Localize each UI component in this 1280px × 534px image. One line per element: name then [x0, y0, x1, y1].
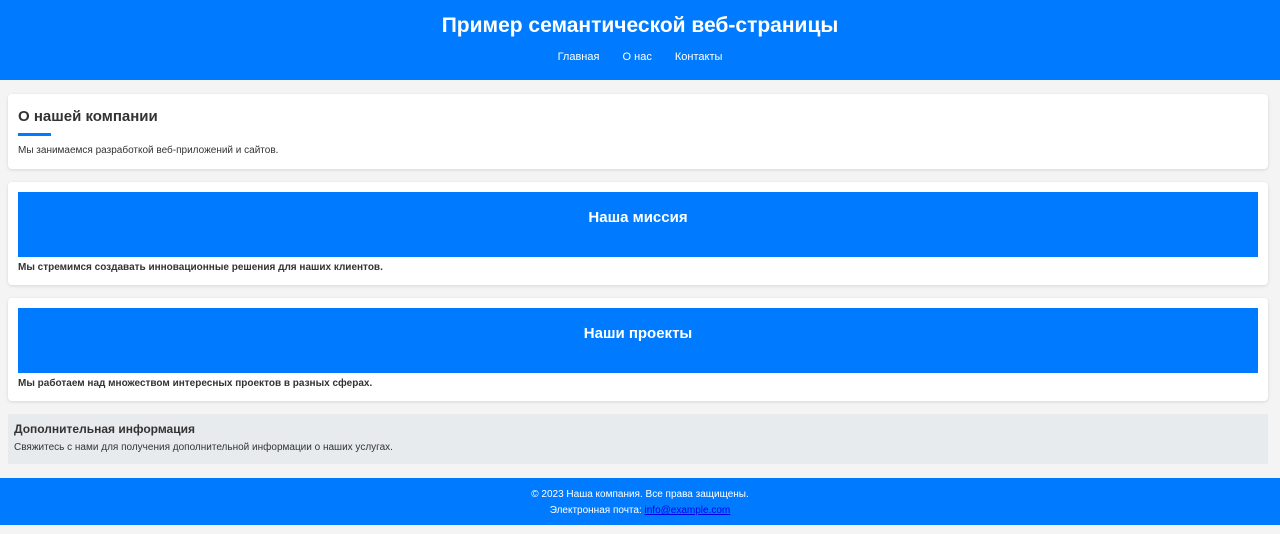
nav-link-about[interactable]: О нас: [623, 51, 652, 63]
projects-text: Мы работаем над множеством интересных пр…: [18, 378, 373, 389]
mission-text: Мы стремимся создавать инновационные реш…: [18, 262, 383, 273]
about-section: О нашей компании Мы занимаемся разработк…: [8, 94, 1268, 169]
footer-email-link[interactable]: info@example.com: [645, 505, 731, 516]
footer-contact: Электронная почта: info@example.com: [0, 503, 1280, 519]
main-content: О нашей компании Мы занимаемся разработк…: [0, 80, 1280, 464]
additional-info-aside: Дополнительная информация Свяжитесь с на…: [8, 414, 1268, 464]
site-header: Пример семантической веб-страницы Главна…: [0, 0, 1280, 80]
nav-link-home[interactable]: Главная: [558, 51, 600, 63]
main-nav: Главная О нас Контакты: [0, 50, 1280, 64]
footer-email-label: Электронная почта:: [549, 505, 645, 516]
additional-info-heading: Дополнительная информация: [14, 422, 195, 436]
mission-section: Наша миссия Мы стремимся создавать иннов…: [8, 182, 1268, 285]
projects-section: Наши проекты Мы работаем над множеством …: [8, 298, 1268, 401]
projects-heading: Наши проекты: [583, 325, 693, 342]
additional-info-text: Свяжитесь с нами для получения дополните…: [14, 442, 393, 453]
about-heading: О нашей компании: [18, 108, 158, 125]
about-text: Мы занимаемся разработкой веб-приложений…: [18, 145, 279, 156]
mission-heading: Наша миссия: [588, 209, 688, 226]
footer-copyright: © 2023 Наша компания. Все права защищены…: [531, 489, 749, 500]
mission-banner: Наша миссия: [18, 192, 1258, 257]
heading-underline: [18, 133, 51, 136]
site-footer: © 2023 Наша компания. Все права защищены…: [0, 478, 1280, 525]
projects-banner: Наши проекты: [18, 308, 1258, 373]
nav-link-contacts[interactable]: Контакты: [675, 51, 723, 63]
site-title: Пример семантической веб-страницы: [441, 14, 839, 37]
